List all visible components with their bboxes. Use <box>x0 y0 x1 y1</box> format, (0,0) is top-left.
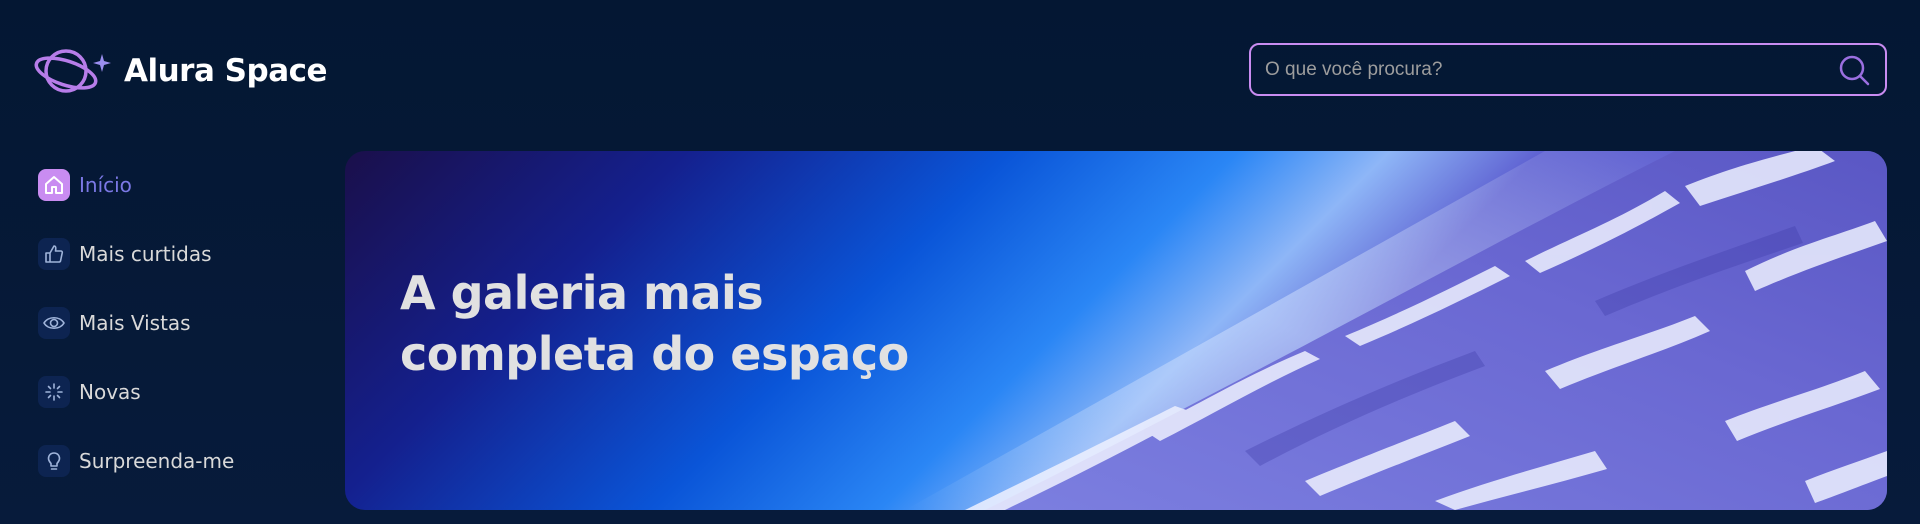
sidebar-item-label: Mais curtidas <box>79 242 212 266</box>
logo[interactable]: Alura Space <box>32 42 328 100</box>
sidebar-nav: Início Mais curtidas Mais Vistas Novas S… <box>38 168 234 478</box>
search-input[interactable] <box>1251 45 1837 94</box>
eye-icon <box>38 307 70 339</box>
sidebar-item-label: Novas <box>79 380 141 404</box>
sidebar-item-label: Mais Vistas <box>79 311 191 335</box>
banner-title: A galeria mais completa do espaço <box>400 266 909 381</box>
sparkle-icon <box>38 376 70 408</box>
logo-text: Alura Space <box>124 53 328 89</box>
thumbs-up-icon <box>38 238 70 270</box>
planet-logo-icon <box>34 49 111 93</box>
sidebar-item-label: Início <box>79 173 132 197</box>
sidebar-item-surpreenda-me[interactable]: Surpreenda-me <box>38 444 234 478</box>
sidebar-item-mais-vistas[interactable]: Mais Vistas <box>38 306 234 340</box>
home-icon <box>38 169 70 201</box>
search-icon[interactable] <box>1837 53 1871 87</box>
hero-banner: A galeria mais completa do espaço <box>345 151 1887 510</box>
search-box[interactable] <box>1249 43 1887 96</box>
page: Alura Space Início Mais curtidas <box>0 0 1920 524</box>
sidebar-item-label: Surpreenda-me <box>79 449 235 473</box>
sidebar-item-novas[interactable]: Novas <box>38 375 234 409</box>
sidebar-item-mais-curtidas[interactable]: Mais curtidas <box>38 237 234 271</box>
lightbulb-icon <box>38 445 70 477</box>
sidebar-item-inicio[interactable]: Início <box>38 168 234 202</box>
